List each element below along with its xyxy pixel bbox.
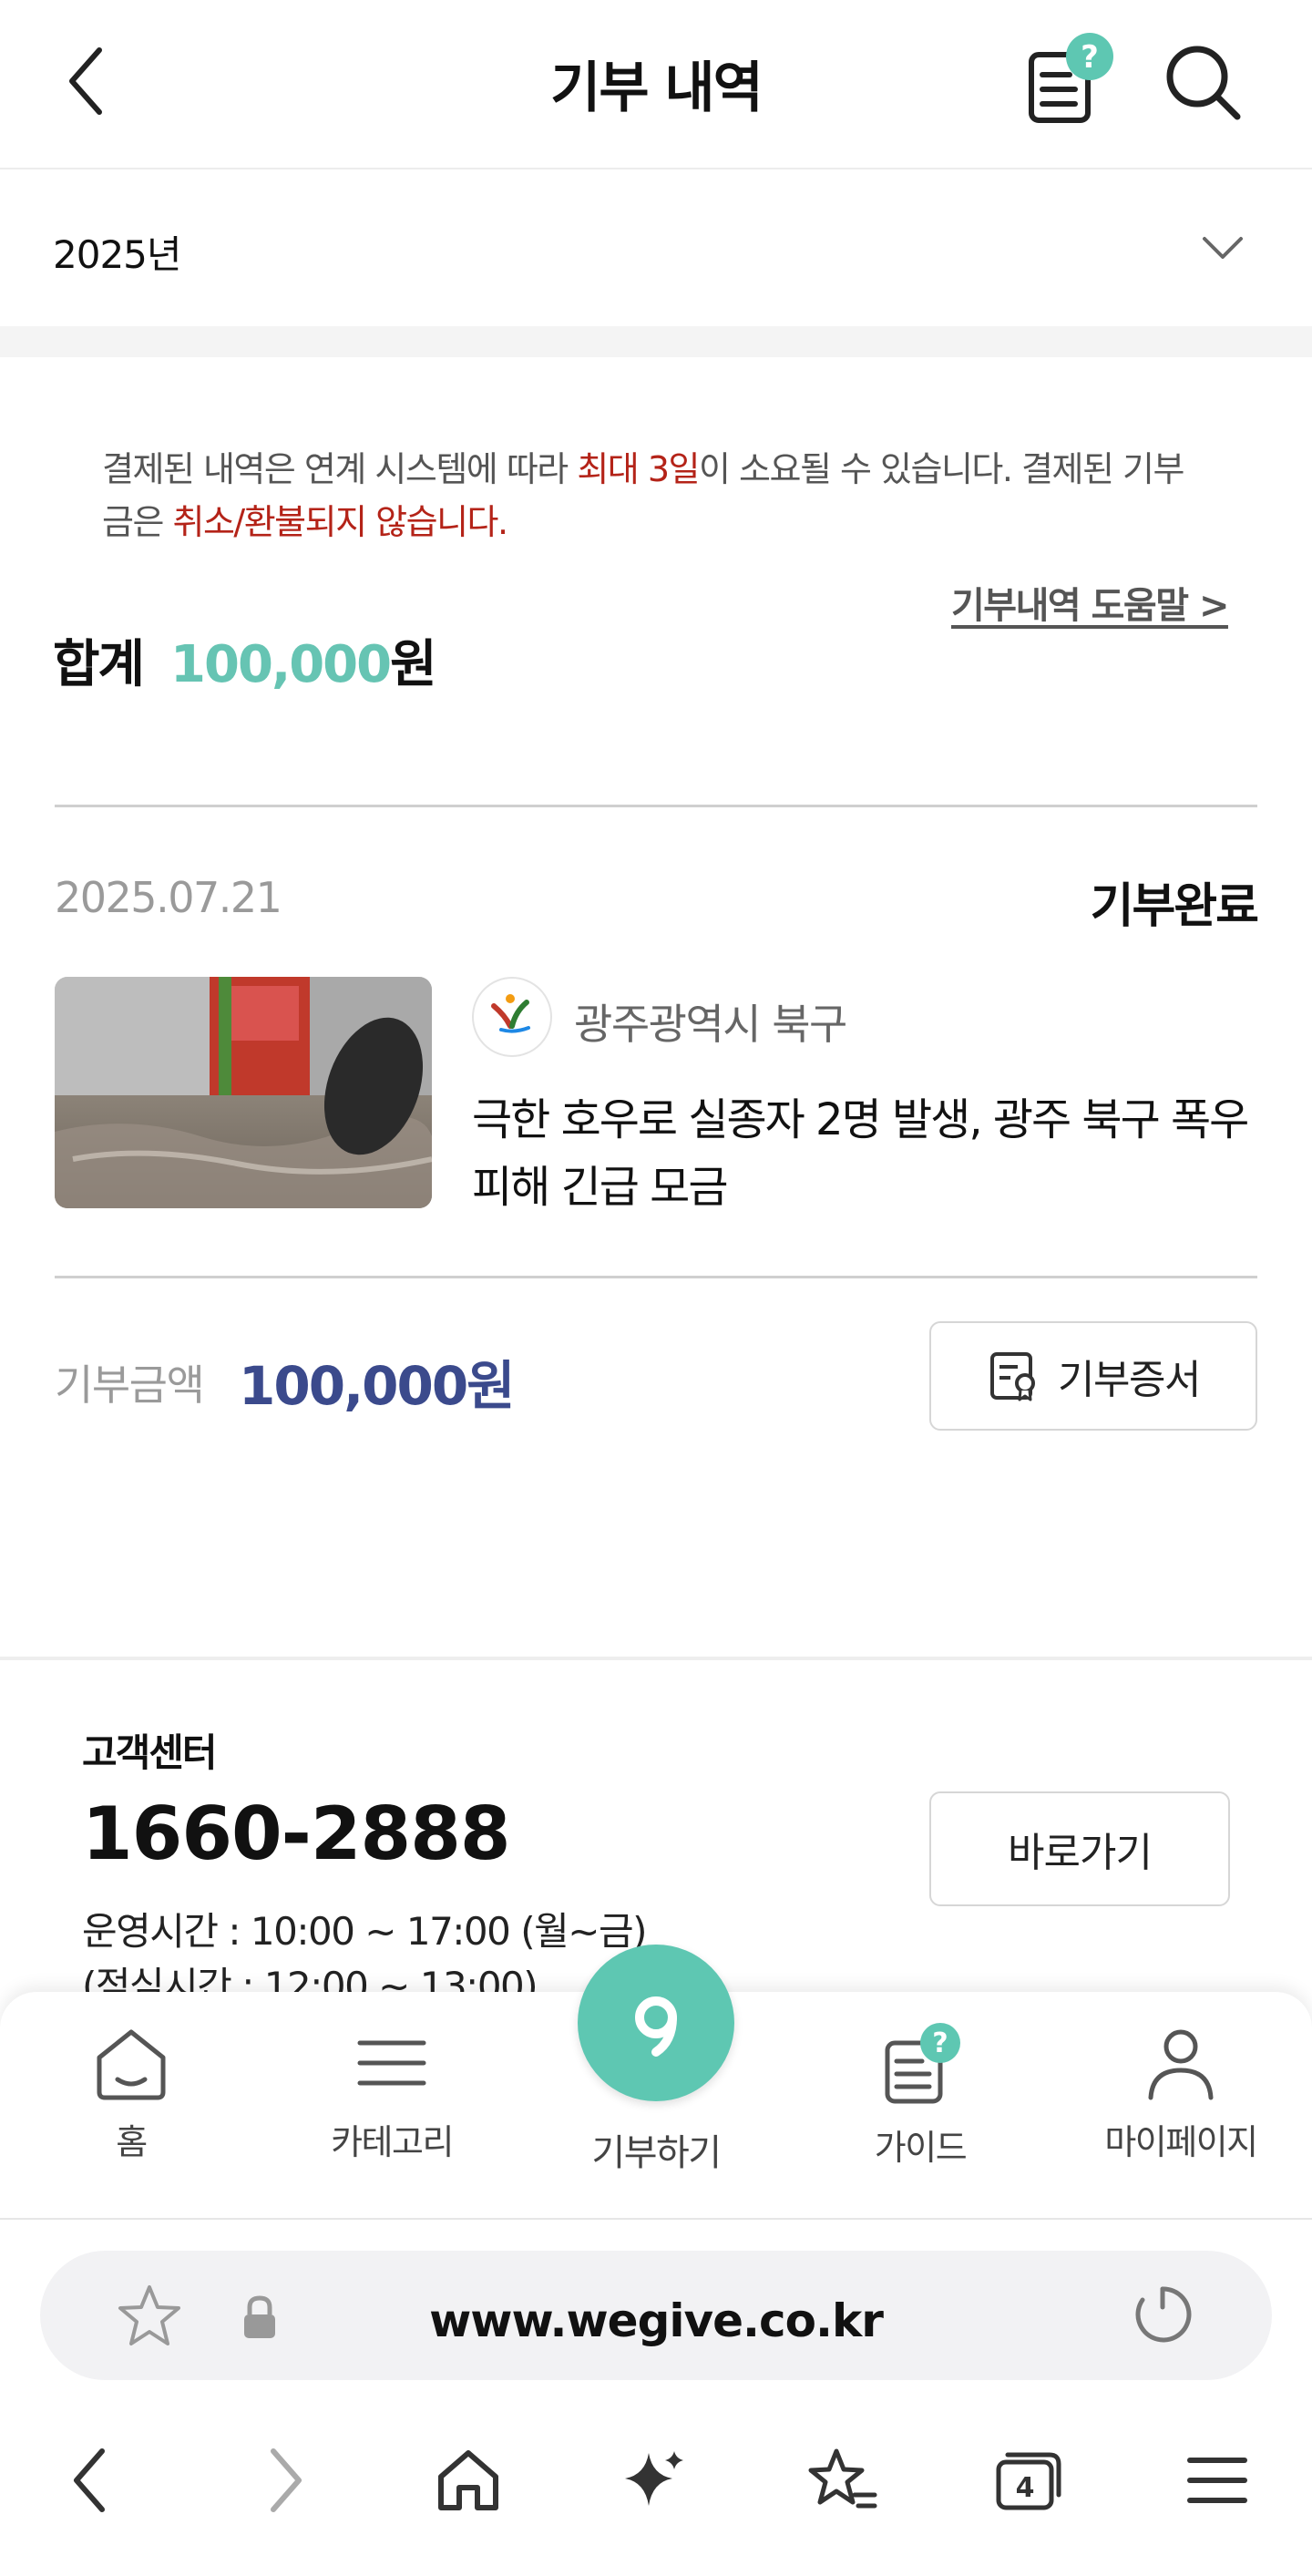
- tab-label: 카테고리: [331, 2122, 454, 2162]
- tab-label: 홈: [116, 2122, 148, 2162]
- notice-text-1: 결제된 내역은 연계 시스템에 따라: [102, 449, 578, 489]
- guide-button[interactable]: ?: [1019, 27, 1119, 137]
- svg-text:?: ?: [932, 2027, 948, 2059]
- year-value: 2025년: [53, 232, 182, 277]
- menu-icon: [357, 2040, 426, 2086]
- star-list-icon: [808, 2448, 877, 2509]
- section-gap: [0, 326, 1312, 357]
- sparkle-icon: [625, 2451, 683, 2506]
- payment-notice: 결제된 내역은 연계 시스템에 따라 최대 3일이 소요될 수 있습니다. 결제…: [102, 443, 1214, 549]
- home-icon: [97, 2029, 166, 2100]
- donate-button[interactable]: [578, 1945, 734, 2101]
- donation-status: 기부완료: [1090, 879, 1259, 934]
- section-separator: [0, 1657, 1312, 1660]
- browser-tabs-button[interactable]: 4: [973, 2435, 1082, 2526]
- donation-help-link[interactable]: 기부내역 도움말 >: [951, 576, 1229, 629]
- arrow-left-icon: [74, 2448, 105, 2512]
- tab-home[interactable]: 홈: [0, 2021, 262, 2185]
- divider: [55, 805, 1257, 807]
- certificate-label: 기부증서: [1058, 1357, 1201, 1403]
- search-icon: [1166, 46, 1241, 120]
- svg-text:?: ?: [1081, 39, 1099, 76]
- operating-hours: 운영시간 : 10:00 ~ 17:00 (월~금): [82, 1909, 647, 1954]
- browser-forward-button[interactable]: [230, 2435, 339, 2526]
- browser-bookmarks-button[interactable]: [787, 2435, 897, 2526]
- donation-date: 2025.07.21: [55, 873, 282, 922]
- certificate-button[interactable]: 기부증서: [929, 1321, 1257, 1431]
- browser-back-button[interactable]: [36, 2435, 146, 2526]
- browser-home-button[interactable]: [414, 2435, 523, 2526]
- app-header: 기부 내역 ?: [0, 0, 1312, 169]
- total-unit: 원: [390, 635, 437, 694]
- url-text[interactable]: www.wegive.co.kr: [0, 2294, 1312, 2347]
- arrow-right-icon: [271, 2448, 302, 2512]
- tab-guide[interactable]: ? 가이드: [789, 2021, 1051, 2185]
- customer-center-phone[interactable]: 1660-2888: [82, 1791, 511, 1876]
- total-label: 합계: [53, 635, 145, 694]
- document-question-icon: ?: [1029, 33, 1113, 123]
- tab-label: 가이드: [874, 2128, 968, 2168]
- browser-menu-button[interactable]: [1163, 2435, 1272, 2526]
- tab-count: 4: [1016, 2472, 1035, 2504]
- browser-assistant-button[interactable]: [600, 2435, 709, 2526]
- donate-icon: [635, 1996, 677, 2057]
- home-outline-icon: [438, 2450, 498, 2510]
- tab-label: 마이페이지: [1104, 2122, 1258, 2162]
- chevron-down-icon: [1203, 237, 1243, 259]
- certificate-icon: [990, 1352, 1036, 1401]
- notice-highlight-2: 취소/환불되지 않습니다.: [172, 502, 509, 542]
- goto-button[interactable]: 바로가기: [929, 1791, 1230, 1906]
- user-icon: [1148, 2029, 1214, 2100]
- tab-label-donate[interactable]: 기부하기: [525, 2123, 787, 2176]
- hamburger-icon: [1187, 2458, 1247, 2503]
- campaign-thumbnail[interactable]: [55, 977, 432, 1208]
- donation-amount: 100,000원: [239, 1355, 516, 1417]
- notice-highlight-1: 최대 3일: [577, 449, 700, 489]
- bukgu-logo-icon: [491, 994, 530, 1033]
- donation-amount-label: 기부금액: [55, 1360, 205, 1410]
- reload-icon[interactable]: [1126, 2280, 1199, 2353]
- tabs-icon: 4: [996, 2452, 1061, 2510]
- total-summary: 합계 100,000원: [53, 623, 437, 697]
- tab-category[interactable]: 카테고리: [261, 2021, 523, 2185]
- total-amount: 100,000: [170, 635, 392, 694]
- guide-icon: ?: [885, 2023, 960, 2104]
- customer-center-label: 고객센터: [82, 1730, 218, 1775]
- org-logo: [472, 977, 552, 1057]
- campaign-title[interactable]: 극한 호우로 실종자 2명 발생, 광주 북구 폭우 피해 긴급 모금: [472, 1086, 1274, 1221]
- year-filter[interactable]: 2025년: [0, 169, 1312, 326]
- org-name[interactable]: 광주광역시 북구: [574, 991, 847, 1052]
- divider: [55, 1276, 1257, 1278]
- tab-mypage[interactable]: 마이페이지: [1050, 2021, 1312, 2185]
- flood-image: [55, 977, 432, 1208]
- search-button[interactable]: [1157, 36, 1248, 128]
